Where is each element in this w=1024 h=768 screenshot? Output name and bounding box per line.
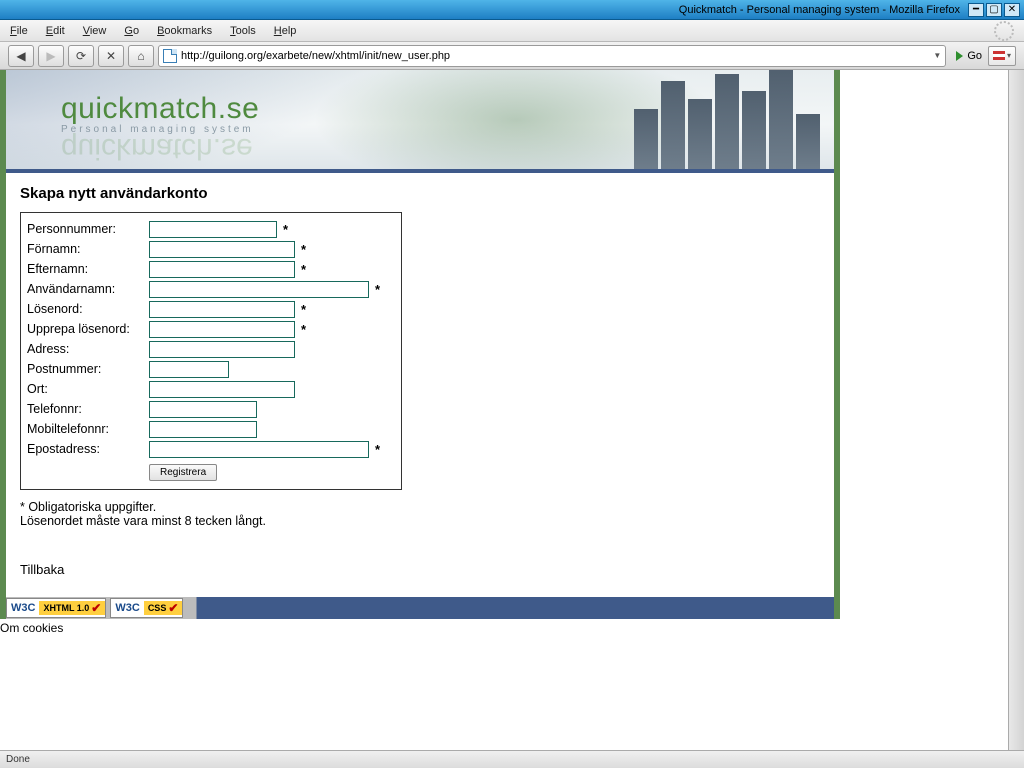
label-zip: Postnummer: <box>27 362 149 376</box>
menu-bookmarks[interactable]: Bookmarks <box>157 25 212 37</box>
go-arrow-icon <box>956 51 963 61</box>
checkmark-icon: ✔ <box>91 601 101 615</box>
input-zip[interactable] <box>149 361 229 378</box>
input-ssn[interactable] <box>149 221 277 238</box>
label-username: Användarnamn: <box>27 282 149 296</box>
css-valid-badge[interactable]: W3C CSS✔ <box>110 598 183 618</box>
minimize-button[interactable]: ━ <box>968 3 984 17</box>
input-phone[interactable] <box>149 401 257 418</box>
menubar: File Edit View Go Bookmarks Tools Help <box>0 20 1024 42</box>
input-email[interactable] <box>149 441 369 458</box>
required-note: * Obligatoriska uppgifter. <box>20 500 820 514</box>
page-content: Skapa nytt användarkonto Personnummer: * … <box>6 173 834 597</box>
url-input[interactable] <box>181 50 927 62</box>
xhtml-valid-badge[interactable]: W3C XHTML 1.0✔ <box>6 598 106 618</box>
site-header-banner: quickmatch.se Personal managing system q… <box>6 70 834 173</box>
label-address: Adress: <box>27 342 149 356</box>
menu-edit[interactable]: Edit <box>46 25 65 37</box>
skyline-decoration <box>634 70 834 169</box>
vertical-scrollbar[interactable] <box>1008 70 1024 750</box>
logo-reflection: quickmatch.se <box>61 131 259 165</box>
input-lastname[interactable] <box>149 261 295 278</box>
window-title: Quickmatch - Personal managing system - … <box>679 4 960 16</box>
menu-tools[interactable]: Tools <box>230 25 256 37</box>
flag-icon <box>993 51 1005 60</box>
url-dropdown-icon[interactable]: ▼ <box>933 51 941 60</box>
activity-throbber-icon <box>994 21 1014 41</box>
window-titlebar: Quickmatch - Personal managing system - … <box>0 0 1024 20</box>
page-icon <box>163 49 177 63</box>
go-button[interactable]: Go <box>956 50 982 62</box>
required-star: * <box>283 222 288 237</box>
toolbar: ◀ ▶ ⟳ ✕ ⌂ ▼ Go ▾ <box>0 42 1024 70</box>
required-star: * <box>375 442 380 457</box>
validation-badge-bar: W3C XHTML 1.0✔ W3C CSS✔ <box>6 597 834 619</box>
cookies-link[interactable]: Om cookies <box>0 619 840 635</box>
input-username[interactable] <box>149 281 369 298</box>
close-button[interactable]: ✕ <box>1004 3 1020 17</box>
go-label: Go <box>967 50 982 62</box>
search-engine-dropdown[interactable]: ▾ <box>988 46 1016 66</box>
stop-button[interactable]: ✕ <box>98 45 124 67</box>
menu-help[interactable]: Help <box>274 25 297 37</box>
status-text: Done <box>6 754 30 765</box>
input-address[interactable] <box>149 341 295 358</box>
site-logo: quickmatch.se Personal managing system q… <box>61 92 259 165</box>
label-firstname: Förnamn: <box>27 242 149 256</box>
required-star: * <box>301 242 306 257</box>
submit-button[interactable]: Registrera <box>149 464 217 481</box>
required-star: * <box>301 262 306 277</box>
menu-file[interactable]: File <box>10 25 28 37</box>
input-password[interactable] <box>149 301 295 318</box>
label-city: Ort: <box>27 382 149 396</box>
url-bar[interactable]: ▼ <box>158 45 946 67</box>
menu-view[interactable]: View <box>83 25 107 37</box>
required-star: * <box>301 302 306 317</box>
forward-button[interactable]: ▶ <box>38 45 64 67</box>
label-password2: Upprepa lösenord: <box>27 322 149 336</box>
required-star: * <box>375 282 380 297</box>
label-password: Lösenord: <box>27 302 149 316</box>
registration-form: Personnummer: * Förnamn: * Efternamn: * Anv… <box>20 212 402 490</box>
label-lastname: Efternamn: <box>27 262 149 276</box>
input-password-repeat[interactable] <box>149 321 295 338</box>
reload-button[interactable]: ⟳ <box>68 45 94 67</box>
menu-go[interactable]: Go <box>124 25 139 37</box>
password-note: Lösenordet måste vara minst 8 tecken lån… <box>20 514 820 528</box>
viewport: quickmatch.se Personal managing system q… <box>0 70 1024 750</box>
chevron-down-icon: ▾ <box>1007 51 1011 60</box>
input-firstname[interactable] <box>149 241 295 258</box>
input-city[interactable] <box>149 381 295 398</box>
page-heading: Skapa nytt användarkonto <box>20 185 820 202</box>
maximize-button[interactable]: ▢ <box>986 3 1002 17</box>
statusbar: Done <box>0 750 1024 768</box>
label-phone: Telefonnr: <box>27 402 149 416</box>
label-email: Epostadress: <box>27 442 149 456</box>
logo-name: quickmatch.se <box>61 92 259 126</box>
back-link[interactable]: Tillbaka <box>20 562 820 577</box>
home-button[interactable]: ⌂ <box>128 45 154 67</box>
back-button[interactable]: ◀ <box>8 45 34 67</box>
required-star: * <box>301 322 306 337</box>
input-mobile[interactable] <box>149 421 257 438</box>
label-ssn: Personnummer: <box>27 222 149 236</box>
checkmark-icon: ✔ <box>168 601 178 615</box>
label-mobile: Mobiltelefonnr: <box>27 422 149 436</box>
